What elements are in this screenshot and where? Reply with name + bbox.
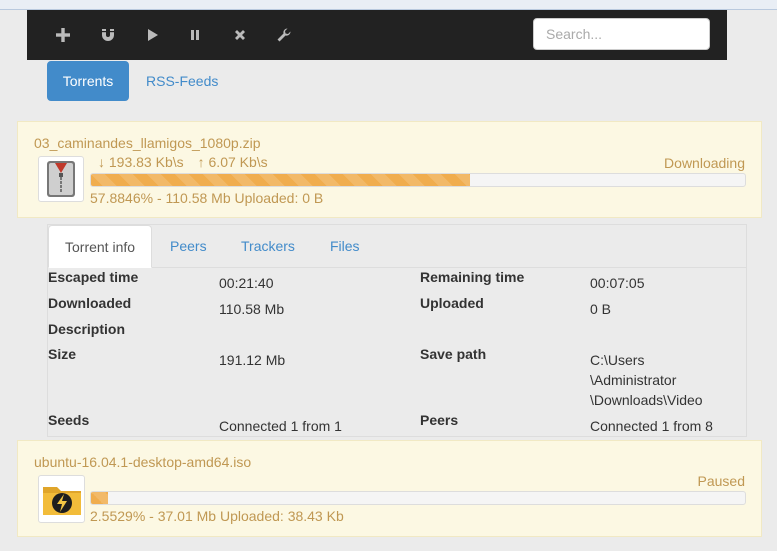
uploaded-label: Uploaded [420,295,484,311]
save-path-line: C:\Users [590,352,645,368]
tab-rss-feeds[interactable]: RSS-Feeds [130,61,234,101]
download-speed: ↓ 193.83 Kb\s [98,154,184,170]
progress-text: 57.8846% - 110.58 Mb Uploaded: 0 B [90,190,324,206]
progress-fill [91,174,470,186]
progress-fill [91,492,108,504]
torrent-item[interactable]: ubuntu-16.04.1-desktop-amd64.iso Paused … [17,440,762,537]
downloaded-value: 110.58 Mb [219,301,285,317]
play-icon[interactable] [142,25,162,45]
seeds-label: Seeds [48,412,90,428]
peers-value: Connected 1 from 8 [590,418,713,434]
size-value: 191.12 Mb [219,352,286,368]
status-label: Paused [697,473,745,489]
remove-icon[interactable] [230,25,250,45]
torrent-name: 03_caminandes_llamigos_1080p.zip [34,135,261,151]
zip-archive-icon [38,156,84,202]
progress-text: 2.5529% - 37.01 Mb Uploaded: 38.43 Kb [90,508,344,524]
seeds-value: Connected 1 from 1 [219,418,342,434]
add-icon[interactable] [53,25,73,45]
save-path-line: \Administrator [590,372,677,388]
progress-bar [90,173,746,187]
save-path-line: \Downloads\Video [590,392,703,408]
pause-icon[interactable] [185,25,205,45]
tab-torrents[interactable]: Torrents [47,61,129,101]
remaining-time-value: 00:07:05 [590,275,645,291]
torrent-item[interactable]: 03_caminandes_llamigos_1080p.zip ↓ 193.8… [17,121,762,218]
save-path-value: C:\Users \Administrator \Downloads\Video [590,350,703,410]
downloaded-label: Downloaded [48,295,132,311]
tab-torrent-info[interactable]: Torrent info [48,225,153,268]
transfer-speeds: ↓ 193.83 Kb\s ↑ 6.07 Kb\s [98,154,282,170]
peers-label: Peers [420,412,459,428]
escaped-time-label: Escaped time [48,269,139,285]
save-path-label: Save path [420,346,487,362]
torrent-name: ubuntu-16.04.1-desktop-amd64.iso [34,454,252,470]
size-label: Size [48,346,77,362]
toolbar [27,10,727,60]
progress-bar [90,491,746,505]
escaped-time-value: 00:21:40 [219,275,274,291]
window-top-border [0,0,777,10]
torrent-details-panel: Torrent info Peers Trackers Files Escape… [47,224,747,437]
tab-peers[interactable]: Peers [154,225,223,267]
search-input[interactable] [533,18,710,50]
description-label: Description [48,321,126,337]
uploaded-value: 0 B [590,301,612,317]
status-label: Downloading [664,155,745,171]
folder-lightning-icon [38,475,85,523]
details-tabs: Torrent info Peers Trackers Files [48,225,746,268]
magnet-icon[interactable] [98,25,118,45]
wrench-icon[interactable] [274,25,294,45]
remaining-time-label: Remaining time [420,269,525,285]
tab-trackers[interactable]: Trackers [225,225,311,267]
upload-speed: ↑ 6.07 Kb\s [197,154,268,170]
tab-files[interactable]: Files [314,225,376,267]
